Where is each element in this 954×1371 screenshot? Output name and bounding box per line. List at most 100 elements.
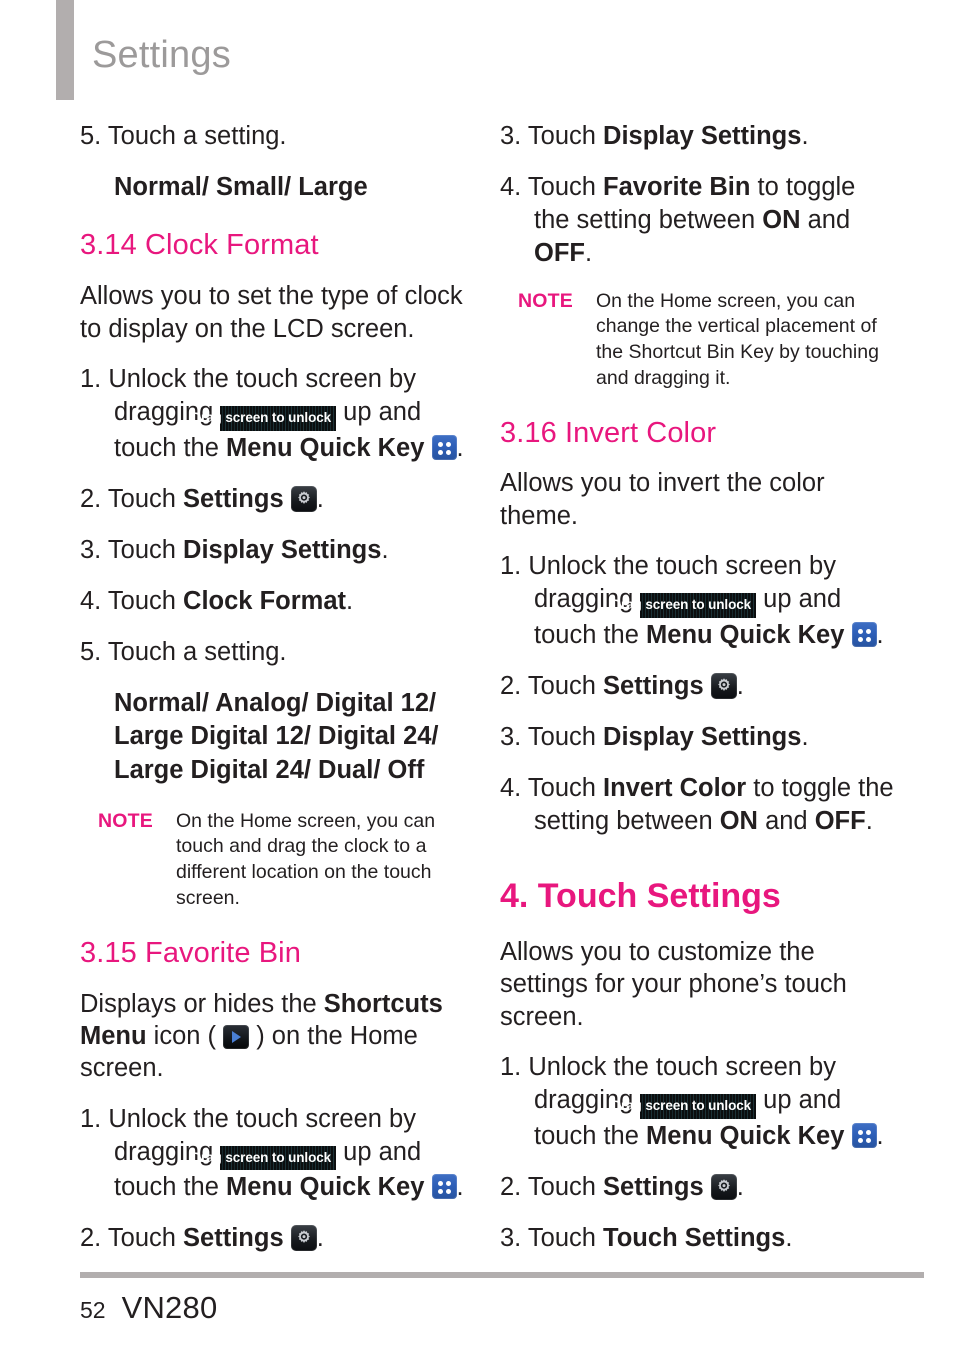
step-text: Touch a setting. bbox=[107, 638, 287, 667]
step-end: . bbox=[316, 484, 324, 513]
step-bold-term: Clock Format bbox=[183, 586, 346, 615]
step-item: 2. Touch Settings . bbox=[500, 1171, 895, 1204]
intro-text-cont: icon ( bbox=[153, 1021, 217, 1050]
unlock-badge-label: Drag screen to unlock bbox=[191, 410, 332, 426]
section-intro-3-16: Allows you to invert the color theme. bbox=[500, 469, 825, 530]
step-bold-term: Settings bbox=[603, 1172, 704, 1201]
step-bold-off: OFF bbox=[814, 807, 866, 836]
step-item: 2. Touch Settings . bbox=[80, 1222, 475, 1255]
step-item: 5. Touch a setting. bbox=[80, 636, 475, 669]
step-end: . bbox=[316, 1224, 324, 1253]
page-header: Settings bbox=[0, 0, 954, 108]
step-bold-term: Settings bbox=[183, 1224, 284, 1253]
step-text: Touch bbox=[107, 1224, 176, 1253]
unlock-badge-label: Drag screen to unlock bbox=[611, 1098, 752, 1114]
content-columns: 5. Touch a setting. Normal/ Small/ Large… bbox=[0, 120, 954, 1274]
section-heading-3-14: 3.14 Clock Format bbox=[80, 229, 319, 262]
section-heading-3-15: 3.15 Favorite Bin bbox=[80, 936, 301, 969]
step-text: Touch bbox=[107, 484, 176, 513]
step-bold-on: ON bbox=[719, 807, 758, 836]
step-text: Touch bbox=[527, 173, 596, 202]
step-item: 4. Touch Favorite Bin to toggle the sett… bbox=[500, 171, 895, 270]
step-end: . bbox=[456, 433, 464, 462]
step-number: 2. bbox=[500, 671, 522, 700]
chapter-heading-4: 4. Touch Settings bbox=[500, 877, 781, 916]
step-item: 3. Touch Touch Settings. bbox=[500, 1222, 895, 1255]
step-bold-term: Menu Quick Key bbox=[226, 1173, 425, 1202]
settings-gear-icon bbox=[710, 672, 737, 699]
step-number: 2. bbox=[500, 1172, 522, 1201]
step-end: . bbox=[381, 535, 389, 564]
drag-screen-to-unlock-icon: Drag screen to unlock bbox=[611, 1094, 757, 1119]
step-text: Touch bbox=[527, 671, 596, 700]
step-number: 5. bbox=[80, 638, 102, 667]
step-number: 2. bbox=[80, 1224, 102, 1253]
footer-model-name: VN280 bbox=[121, 1290, 218, 1325]
step-number: 4. bbox=[80, 586, 102, 615]
right-column: 3. Touch Display Settings. 4. Touch Favo… bbox=[500, 120, 895, 1274]
menu-quick-key-icon bbox=[851, 1122, 877, 1148]
intro-text: Displays or hides the bbox=[80, 989, 317, 1018]
section-intro-3-15: Displays or hides the Shortcuts Menu ico… bbox=[80, 988, 475, 1085]
footer-page-number: 52 bbox=[80, 1297, 106, 1323]
step-item: 2. Touch Settings . bbox=[500, 670, 895, 703]
menu-quick-key-icon bbox=[431, 1174, 457, 1200]
step-number: 1. bbox=[500, 1053, 522, 1081]
step-item: 2. Touch Settings . bbox=[80, 483, 475, 516]
step-bold-on: ON bbox=[762, 206, 801, 235]
step-end: . bbox=[801, 122, 809, 150]
step-end: . bbox=[876, 1121, 884, 1150]
step-bold-term: Favorite Bin bbox=[603, 173, 751, 202]
step-bold-term: Display Settings bbox=[603, 122, 802, 150]
step-bold-term: Settings bbox=[183, 484, 284, 513]
note-body: On the Home screen, you can touch and dr… bbox=[176, 809, 436, 909]
step-text-and: and bbox=[765, 807, 808, 836]
step-end: . bbox=[876, 620, 884, 649]
menu-quick-key-icon bbox=[431, 434, 457, 460]
step-bold-term: Invert Color bbox=[603, 774, 747, 803]
unlock-badge-label: Drag screen to unlock bbox=[611, 597, 752, 613]
step-text: Touch bbox=[527, 122, 596, 150]
step-number: 2. bbox=[80, 484, 102, 513]
option-list: Normal/ Analog/ Digital 12/ Large Digita… bbox=[114, 689, 439, 784]
step-end: . bbox=[785, 1223, 793, 1252]
settings-gear-icon bbox=[710, 1173, 737, 1200]
page-title: Settings bbox=[92, 34, 231, 76]
step-text: Touch bbox=[527, 1172, 596, 1201]
step-item: 4. Touch Invert Color to toggle the sett… bbox=[500, 772, 895, 838]
footer-divider bbox=[80, 1272, 924, 1278]
step-item: 3. Touch Display Settings. bbox=[500, 721, 895, 754]
step-item: 3. Touch Display Settings. bbox=[80, 534, 475, 567]
step-number: 1. bbox=[500, 552, 522, 581]
step-number: 4. bbox=[500, 173, 522, 202]
step-bold-term: Menu Quick Key bbox=[646, 1121, 845, 1150]
step-bold-term: Touch Settings bbox=[603, 1223, 786, 1252]
step-item: 1. Unlock the touch screen by dragging D… bbox=[500, 550, 895, 652]
step-text: Touch bbox=[107, 535, 176, 564]
step-number: 3. bbox=[500, 122, 522, 150]
page-footer: 52 VN280 bbox=[80, 1290, 217, 1326]
step-end: . bbox=[801, 723, 809, 752]
section-intro-3-14: Allows you to set the type of clock to d… bbox=[80, 282, 463, 343]
unlock-badge-label: Drag screen to unlock bbox=[191, 1149, 332, 1165]
step-text: Touch bbox=[527, 774, 596, 803]
left-column: 5. Touch a setting. Normal/ Small/ Large… bbox=[80, 120, 475, 1274]
settings-gear-icon bbox=[290, 1225, 317, 1252]
drag-screen-to-unlock-icon: Drag screen to unlock bbox=[191, 406, 337, 431]
drag-screen-to-unlock-icon: Drag screen to unlock bbox=[611, 593, 757, 618]
note-label: NOTE bbox=[98, 809, 153, 832]
option-list: Normal/ Small/ Large bbox=[114, 173, 368, 202]
note-body: On the Home screen, you can change the v… bbox=[596, 289, 879, 389]
step-bold-term: Display Settings bbox=[183, 535, 382, 564]
step-number: 3. bbox=[80, 535, 102, 564]
step-number: 3. bbox=[500, 1223, 522, 1252]
step-text: Touch bbox=[107, 586, 176, 615]
step-end: . bbox=[456, 1173, 464, 1202]
step-item: 1. Unlock the touch screen by dragging D… bbox=[80, 1103, 475, 1205]
step-bold-term: Display Settings bbox=[603, 723, 802, 752]
note-block: NOTE On the Home screen, you can change … bbox=[518, 289, 895, 392]
step-text: Touch bbox=[527, 1223, 596, 1252]
menu-quick-key-icon bbox=[851, 621, 877, 647]
chapter-intro-4: Allows you to customize the settings for… bbox=[500, 937, 847, 1031]
step-item: 3. Touch Display Settings. bbox=[500, 120, 895, 153]
